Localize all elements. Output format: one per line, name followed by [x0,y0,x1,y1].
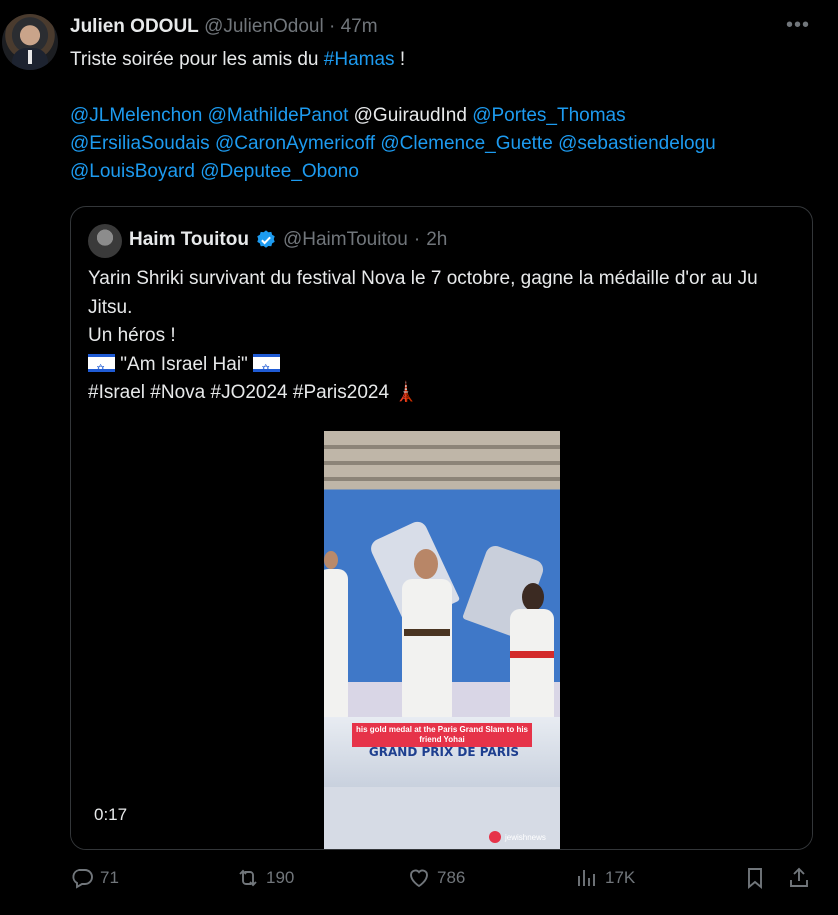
grand-prix-banner: GRAND PRIX DE PARIS [368,745,520,759]
separator-dot: · [329,16,336,37]
mention-link[interactable]: @LouisBoyard [70,161,195,182]
quoted-author-name[interactable]: Haim Touitou [129,229,249,251]
verified-badge-icon [257,230,275,248]
watermark-text: jewishnews [505,832,546,842]
athlete-gi [402,579,452,719]
israel-flag-icon [253,353,281,383]
heart-icon [410,869,428,888]
tweet-header: Julien ODOUL @JulienOdoul · 47m [70,16,378,38]
athlete-belt [510,651,554,658]
reply-count: 71 [100,868,119,887]
quoted-hashtags[interactable]: #Israel #Nova #JO2024 #Paris2024 [88,382,389,403]
mention-link[interactable]: @Deputee_Obono [200,161,359,182]
eiffel-tower-icon: 🗼 [394,382,418,403]
more-options-icon[interactable]: ••• [786,14,810,37]
athlete-head [324,551,338,569]
share-icon [790,867,808,887]
quoted-line: Yarin Shriki survivant du festival Nova … [88,268,758,318]
israel-flag-icon [88,353,115,383]
video-frame[interactable]: his gold medal at the Paris Grand Slam t… [324,431,560,849]
mention-link[interactable]: @Portes_Thomas [472,105,625,126]
reply-button[interactable]: 71 [70,866,119,890]
bookmark-icon [748,868,762,890]
bookmark-button[interactable] [743,866,767,890]
mention-link[interactable]: @CaronAymericoff [215,133,375,154]
quoted-line: Un héros ! [88,325,176,346]
views-button[interactable]: 17K [575,866,635,890]
views-icon [578,870,595,886]
mention-link[interactable]: @Clemence_Guette [380,133,552,154]
ceiling-stripe [324,445,560,449]
video-player[interactable]: his gold medal at the Paris Grand Slam t… [71,430,812,849]
like-button[interactable]: 786 [407,866,465,890]
plain-mention[interactable]: @GuiraudInd [354,105,467,126]
athlete-head [414,549,438,579]
ceiling-stripe [324,461,560,465]
athlete-head [522,583,544,611]
quoted-header: Haim Touitou @HaimTouitou · 2h [129,229,447,251]
repost-count: 190 [266,868,295,887]
views-count: 17K [605,868,636,887]
video-caption: his gold medal at the Paris Grand Slam t… [352,723,532,747]
tweet-text: Triste soirée pour les amis du #Hamas ! … [70,46,810,186]
repost-button[interactable]: 190 [236,866,294,890]
separator-dot: · [413,229,421,250]
tweet-text-end: ! [394,49,406,70]
like-count: 786 [437,868,466,887]
athlete-gi [510,609,554,721]
quoted-text: Yarin Shriki survivant du festival Nova … [88,265,788,408]
author-handle[interactable]: @JulienOdoul [204,16,324,37]
hashtag-link[interactable]: #Hamas [324,49,395,70]
athlete-gi [324,569,348,719]
quoted-line: "Am Israel Hai" [120,353,248,375]
action-bar: 71 190 786 17K [70,866,820,896]
watermark: jewishnews [489,831,546,843]
avatar-tie [28,50,32,64]
mention-link[interactable]: @MathildePanot [208,105,349,126]
mention-link[interactable]: @sebastiendelogu [558,133,716,154]
quoted-author-avatar[interactable] [88,224,122,258]
mention-link[interactable]: @JLMelenchon [70,105,202,126]
quoted-tweet[interactable]: Haim Touitou @HaimTouitou · 2h Yarin Shr… [70,206,813,850]
author-name[interactable]: Julien ODOUL [70,16,199,37]
athlete-belt [404,629,450,636]
mention-link[interactable]: @ErsiliaSoudais [70,133,210,154]
share-button[interactable] [787,866,811,890]
watermark-logo-icon [489,831,501,843]
reply-icon [72,869,93,889]
video-duration: 0:17 [94,805,128,824]
repost-icon [239,869,257,887]
tweet-time[interactable]: 47m [341,16,378,37]
tweet-text-start: Triste soirée pour les amis du [70,49,324,70]
quoted-author-handle[interactable]: @HaimTouitou [283,229,408,251]
author-avatar[interactable] [2,14,58,70]
quoted-time[interactable]: 2h [426,229,447,251]
ceiling-stripe [324,477,560,481]
